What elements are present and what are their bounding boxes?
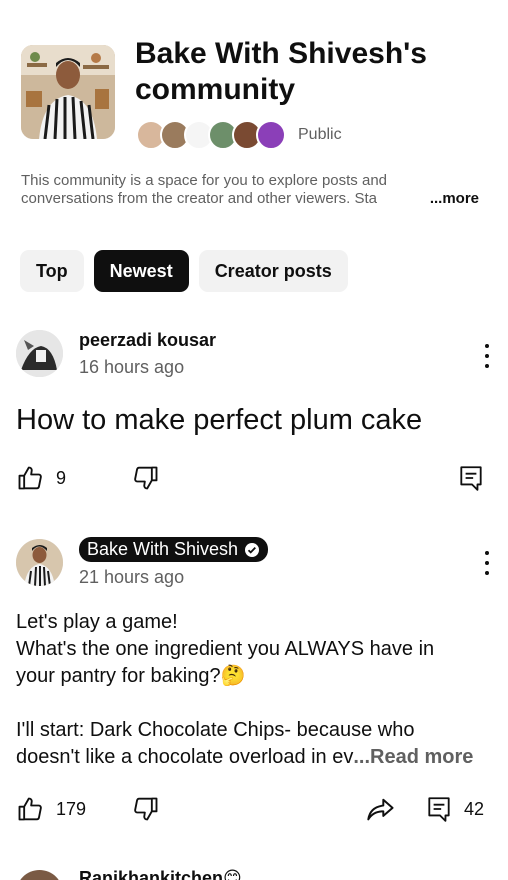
more-options-icon[interactable] — [480, 344, 494, 368]
community-title: Bake With Shivesh's community — [135, 36, 485, 108]
post-author[interactable]: Bake With Shivesh — [79, 537, 269, 562]
comment-icon — [426, 795, 452, 823]
post-actions: 9 — [16, 464, 492, 496]
community-description[interactable]: This community is a space for you to exp… — [21, 172, 491, 208]
post-text-line: What's the one ingredient you ALWAYS hav… — [16, 638, 435, 660]
post-text-line: Let's play a game! — [16, 611, 178, 633]
chip-newest[interactable]: Newest — [93, 250, 189, 292]
post-time: 21 hours ago — [79, 567, 185, 587]
verified-icon — [244, 542, 260, 558]
like-count: 179 — [56, 798, 87, 819]
post-text-line: doesn't like a chocolate overload in ev.… — [16, 744, 492, 771]
thumbs-up-icon — [16, 464, 44, 492]
comment-button[interactable] — [458, 464, 484, 492]
chip-creator-posts[interactable]: Creator posts — [198, 250, 348, 292]
member-avatar — [256, 120, 286, 150]
share-button[interactable] — [366, 795, 396, 823]
post: Ranikhankitchen😊 — [0, 868, 508, 880]
post-text-line: your pantry for baking?🤔 — [16, 665, 246, 687]
like-button[interactable]: 179 — [16, 795, 86, 823]
community-title-line: Bake With Shivesh's — [135, 37, 427, 70]
thumbs-up-icon — [16, 795, 44, 823]
post-body[interactable]: Let's play a game! What's the one ingred… — [16, 609, 492, 771]
avatar[interactable] — [16, 539, 63, 586]
community-avatar[interactable] — [21, 45, 115, 139]
thumbs-down-icon — [132, 795, 160, 823]
creator-badge[interactable]: Bake With Shivesh — [79, 537, 269, 562]
avatar[interactable] — [16, 330, 63, 377]
post-title[interactable]: How to make perfect plum cake — [16, 404, 422, 437]
community-header: Bake With Shivesh's community Public Thi… — [0, 0, 508, 230]
thumbs-down-icon — [132, 464, 160, 492]
post-actions: 179 42 — [16, 795, 492, 827]
post-author[interactable]: Ranikhankitchen😊 — [79, 868, 242, 880]
like-count: 9 — [56, 467, 67, 488]
post-author[interactable]: peerzadi kousar — [79, 330, 216, 351]
post-time: 16 hours ago — [79, 357, 185, 377]
description-text: This community is a space for you to exp… — [21, 172, 388, 207]
share-icon — [366, 795, 396, 823]
like-button[interactable]: 9 — [16, 464, 66, 492]
post-text-line: I'll start: Dark Chocolate Chips- becaus… — [16, 719, 415, 741]
post-text-truncated: doesn't like a chocolate overload in ev — [16, 746, 354, 768]
dislike-button[interactable] — [132, 795, 160, 823]
creator-name: Bake With Shivesh — [87, 539, 239, 559]
more-options-icon[interactable] — [480, 551, 494, 575]
visibility-label: Public — [298, 126, 342, 143]
read-more-link[interactable]: ...Read more — [353, 746, 473, 768]
community-title-line: community — [135, 73, 296, 106]
post: peerzadi kousar 16 hours ago How to make… — [0, 328, 508, 498]
dislike-button[interactable] — [132, 464, 160, 492]
member-avatars[interactable]: Public — [136, 118, 342, 152]
chip-top[interactable]: Top — [20, 250, 84, 292]
filter-chips: Top Newest Creator posts — [20, 250, 348, 292]
comment-icon — [458, 464, 484, 492]
comment-count: 42 — [464, 798, 485, 819]
post: Bake With Shivesh 21 hours ago Let's pla… — [0, 537, 508, 837]
more-link[interactable]: ...more — [411, 190, 479, 208]
comment-button[interactable]: 42 — [426, 795, 484, 823]
avatar[interactable] — [16, 870, 63, 880]
